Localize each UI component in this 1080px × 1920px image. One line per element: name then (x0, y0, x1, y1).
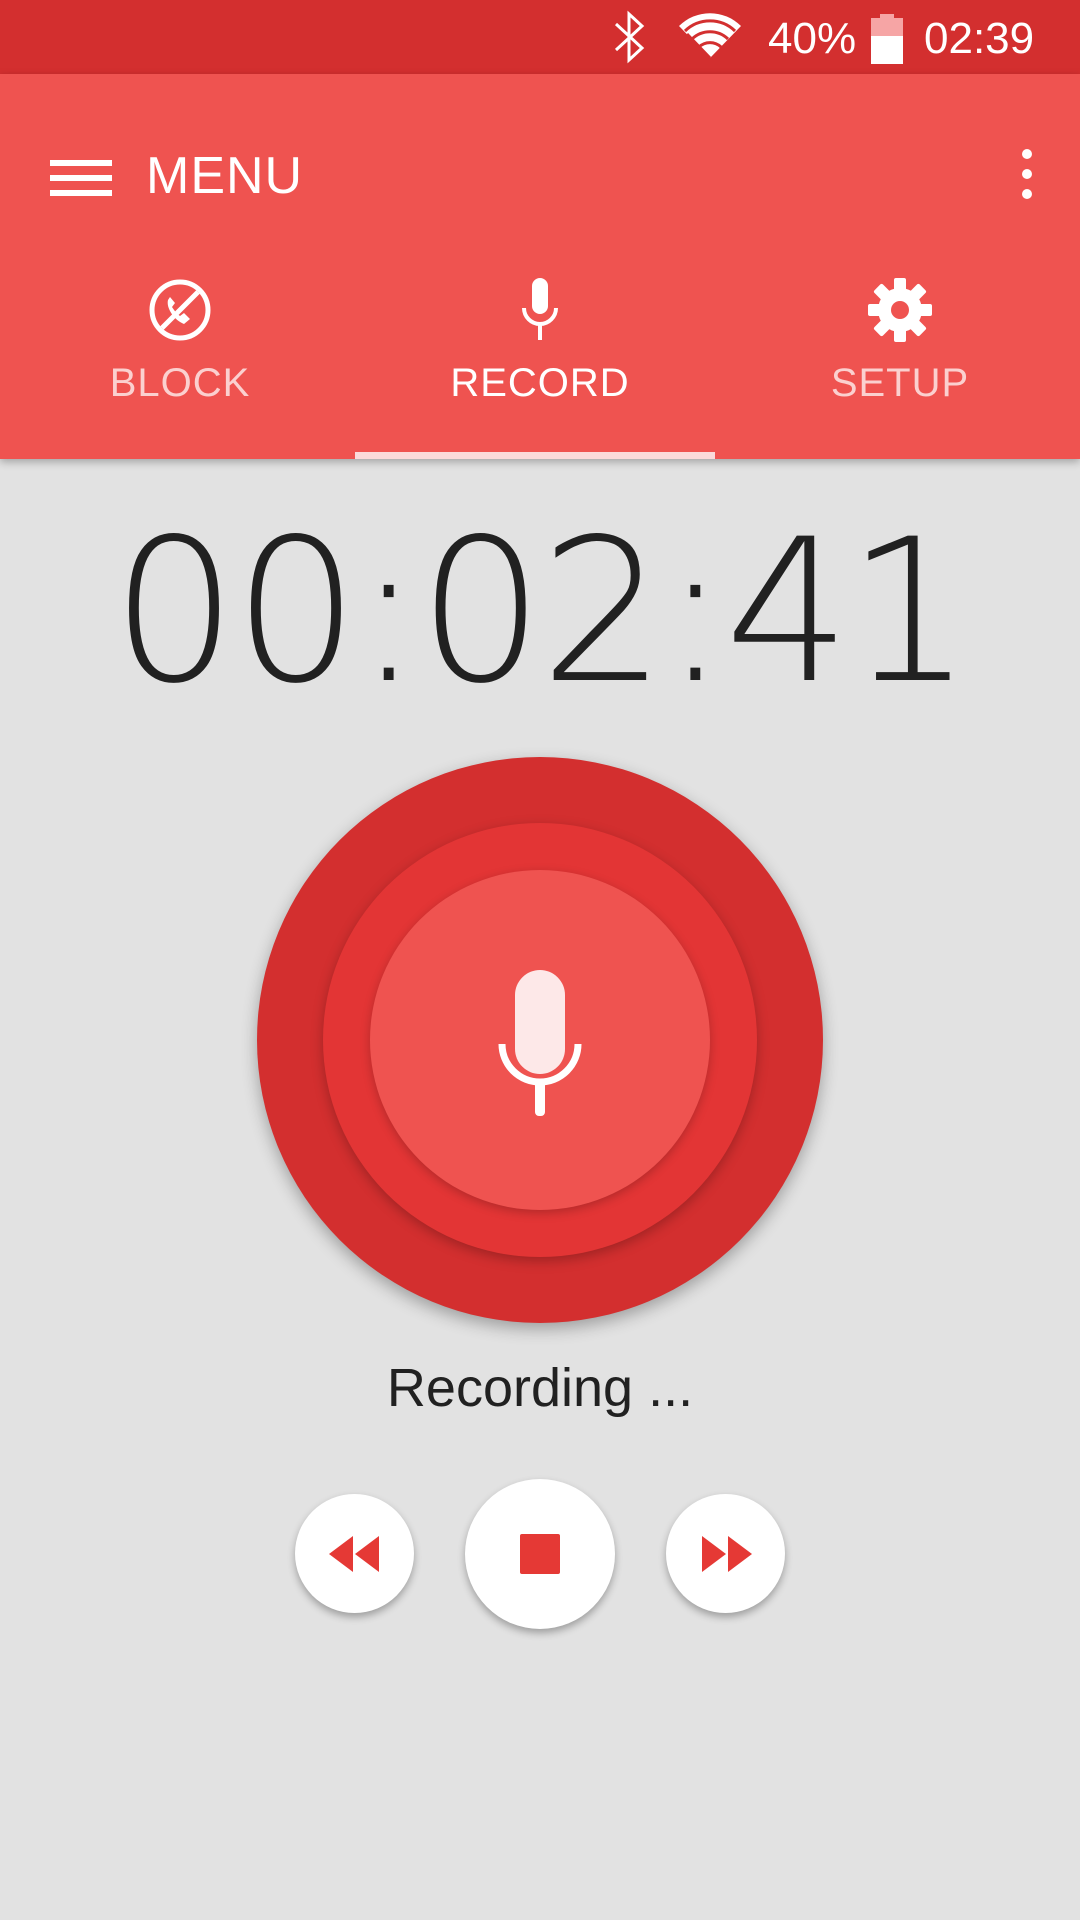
tab-record[interactable]: RECORD (360, 264, 720, 459)
hamburger-icon[interactable] (50, 158, 112, 198)
record-button-ring (323, 823, 757, 1257)
more-vert-icon[interactable] (1012, 144, 1042, 204)
gear-icon (868, 278, 932, 342)
active-tab-indicator (355, 452, 715, 459)
rewind-button[interactable] (295, 1494, 414, 1613)
battery-icon (871, 14, 903, 64)
block-call-icon (149, 279, 211, 341)
tab-block[interactable]: BLOCK (0, 264, 360, 459)
tab-setup[interactable]: SETUP (720, 264, 1080, 459)
app-bar: MENU BLOCK RECORD SETUP (0, 74, 1080, 459)
microphone-icon (522, 278, 558, 340)
stop-icon (520, 1534, 560, 1574)
recording-status: Recording ... (386, 1358, 694, 1418)
menu-title[interactable]: MENU (146, 146, 303, 206)
wifi-icon (679, 13, 741, 60)
tab-label-block: BLOCK (109, 361, 251, 405)
record-button[interactable] (257, 757, 823, 1323)
bluetooth-icon (614, 10, 645, 64)
status-clock: 02:39 (924, 14, 1035, 63)
fast-forward-button[interactable] (666, 1494, 785, 1613)
fast-forward-icon (701, 1535, 752, 1572)
rewind-icon (328, 1535, 379, 1572)
tab-label-setup: SETUP (830, 361, 970, 405)
battery-percent: 40% (768, 14, 857, 63)
status-bar: 40% 02:39 (0, 0, 1080, 74)
stop-button[interactable] (465, 1479, 615, 1629)
elapsed-timer: 00:02:41 (111, 496, 972, 727)
microphone-icon (498, 970, 582, 1116)
record-button-core (370, 870, 710, 1210)
tab-label-record: RECORD (450, 361, 630, 405)
